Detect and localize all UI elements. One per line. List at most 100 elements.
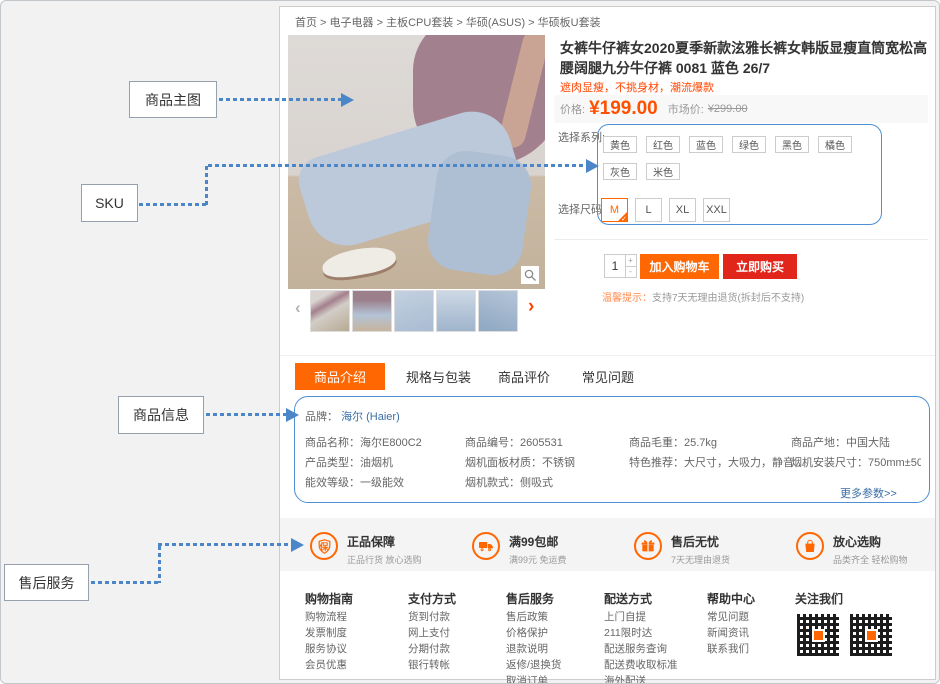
tab-reviews[interactable]: 商品评价 <box>498 363 550 390</box>
footer-col-delivery-title: 配送方式 <box>604 590 652 607</box>
color-chip-orange[interactable]: 橘色 <box>818 136 852 153</box>
color-chip-black[interactable]: 黑色 <box>775 136 809 153</box>
quantity-decrease-icon[interactable]: - <box>625 266 636 278</box>
thumbnail-5[interactable] <box>478 290 518 332</box>
buy-now-button[interactable]: 立即购买 <box>723 254 797 279</box>
arrow-sku-line-2 <box>205 166 208 206</box>
footer-link[interactable]: 取消订单 <box>506 673 548 684</box>
thumbnail-2[interactable] <box>352 290 392 332</box>
annotation-main-image-label: 商品主图 <box>129 81 217 118</box>
breadcrumb[interactable]: 首页 > 电子电器 > 主板CPU套装 > 华硕(ASUS) > 华硕板U套装 <box>295 14 601 30</box>
qr-code-2 <box>848 612 894 658</box>
size-chip-xxl[interactable]: XXL <box>703 198 730 222</box>
service-authentic-title: 正品保障 <box>347 533 422 550</box>
footer-link[interactable]: 新闻资讯 <box>707 625 749 640</box>
info-cell-type: 产品类型：油烟机 <box>305 454 393 470</box>
footer-link[interactable]: 211限时达 <box>604 625 652 640</box>
footer-col-aftersale-title: 售后服务 <box>506 590 554 607</box>
more-params-link[interactable]: 更多参数>> <box>840 485 897 501</box>
brand-label: 品牌： <box>305 411 338 423</box>
warm-tip-text: 支持7天无理由退货(拆封后不支持) <box>652 293 804 304</box>
footer-col-help-title: 帮助中心 <box>707 590 755 607</box>
product-main-image[interactable] <box>288 35 545 289</box>
footer-link[interactable]: 会员优惠 <box>305 657 347 672</box>
info-cell-origin: 商品产地：中国大陆 <box>791 434 890 450</box>
color-chip-red[interactable]: 红色 <box>646 136 680 153</box>
footer-link[interactable]: 发票制度 <box>305 625 347 640</box>
footer-link[interactable]: 配送服务查询 <box>604 641 667 656</box>
quantity-input[interactable]: 1 <box>604 254 626 278</box>
footer-link[interactable]: 价格保护 <box>506 625 548 640</box>
thumbnail-prev-icon[interactable]: ‹ <box>295 298 301 318</box>
magnifier-icon[interactable] <box>521 266 539 284</box>
footer-link[interactable]: 海外配送 <box>604 673 646 684</box>
service-easy-shopping: 放心选购 品类齐全 轻松购物 <box>796 532 908 566</box>
service-authentic-sub: 正品行货 放心选购 <box>347 553 422 566</box>
thumbnail-1[interactable] <box>310 290 350 332</box>
annotation-product-info-text: 商品信息 <box>133 405 189 425</box>
tab-product-intro[interactable]: 商品介绍 <box>295 363 385 390</box>
arrow-after-sale-line-2 <box>158 546 161 583</box>
arrow-after-sale-line-3 <box>158 543 291 546</box>
tab-faq[interactable]: 常见问题 <box>582 363 634 390</box>
color-chip-green[interactable]: 绿色 <box>732 136 766 153</box>
arrow-sku-line-1 <box>139 203 208 206</box>
brand-row: 品牌： 海尔 (Haier) <box>305 408 400 424</box>
service-authentic: 保 正品保障 正品行货 放心选购 <box>310 532 422 566</box>
annotation-after-sale-text: 售后服务 <box>19 573 75 593</box>
footer-link[interactable]: 配送费收取标准 <box>604 657 678 672</box>
footer-link[interactable]: 常见问题 <box>707 609 749 624</box>
info-cell-panel-material: 烟机面板材质：不锈钢 <box>465 454 575 470</box>
add-to-cart-button[interactable]: 加入购物车 <box>640 254 719 279</box>
thumbnail-3[interactable] <box>394 290 434 332</box>
info-cell-sku-no: 商品编号：2605531 <box>465 434 563 450</box>
quantity-stepper: + - <box>625 254 637 278</box>
arrow-after-sale-head <box>291 538 304 552</box>
footer-link[interactable]: 售后政策 <box>506 609 548 624</box>
footer-link[interactable]: 上门自提 <box>604 609 646 624</box>
footer-link[interactable]: 银行转帐 <box>408 657 450 672</box>
brand-link[interactable]: 海尔 (Haier) <box>341 411 400 423</box>
service-after-sale: 售后无忧 7天无理由退货 <box>634 532 730 566</box>
footer-col-payment-title: 支付方式 <box>408 590 456 607</box>
arrow-product-info-line <box>206 413 286 416</box>
annotation-sku-label: SKU <box>81 184 138 222</box>
size-chip-xl[interactable]: XL <box>669 198 696 222</box>
quantity-increase-icon[interactable]: + <box>625 255 636 266</box>
product-promo: 遮肉显瘦，不挑身材，潮流爆款 <box>560 79 714 95</box>
footer-link[interactable]: 服务协议 <box>305 641 347 656</box>
color-chip-row-2: 灰色 米色 <box>603 163 680 180</box>
qr-logo-icon <box>865 629 878 642</box>
footer-col-follow-title: 关注我们 <box>795 590 843 607</box>
size-chip-m[interactable]: M ✓ <box>601 198 628 222</box>
info-cell-style: 烟机款式：侧吸式 <box>465 474 553 490</box>
color-chip-gray[interactable]: 灰色 <box>603 163 637 180</box>
arrow-sku-line-3 <box>208 164 586 167</box>
product-title: 女裤牛仔裤女2020夏季新款泫雅长裤女韩版显瘦直筒宽松高腰阔腿九分牛仔裤 008… <box>560 38 932 78</box>
size-chip-l[interactable]: L <box>635 198 662 222</box>
summary-divider <box>554 239 928 240</box>
footer-link[interactable]: 网上支付 <box>408 625 450 640</box>
thumbnail-4[interactable] <box>436 290 476 332</box>
service-easy-shopping-title: 放心选购 <box>833 533 908 550</box>
footer-link[interactable]: 购物流程 <box>305 609 347 624</box>
color-chip-beige[interactable]: 米色 <box>646 163 680 180</box>
photo-slipper-shape <box>320 243 397 281</box>
thumbnail-strip <box>310 290 518 332</box>
footer-link[interactable]: 联系我们 <box>707 641 749 656</box>
color-chip-blue[interactable]: 蓝色 <box>689 136 723 153</box>
thumbnail-next-icon[interactable]: › <box>528 296 534 318</box>
footer-link[interactable]: 返修/退换货 <box>506 657 561 672</box>
qr-code-1 <box>795 612 841 658</box>
arrow-after-sale-line-1 <box>91 581 161 584</box>
color-chip-yellow[interactable]: 黄色 <box>603 136 637 153</box>
footer-link[interactable]: 货到付款 <box>408 609 450 624</box>
color-chip-row-1: 黄色 红色 蓝色 绿色 黑色 橘色 <box>603 136 852 153</box>
shopping-bag-icon <box>796 532 824 560</box>
arrow-main-image-head <box>341 93 354 107</box>
market-price-value: ¥299.00 <box>708 103 748 115</box>
footer-link[interactable]: 退款说明 <box>506 641 548 656</box>
footer-link[interactable]: 分期付款 <box>408 641 450 656</box>
price-label: 价格: <box>560 101 585 117</box>
tab-spec-package[interactable]: 规格与包装 <box>406 363 471 390</box>
